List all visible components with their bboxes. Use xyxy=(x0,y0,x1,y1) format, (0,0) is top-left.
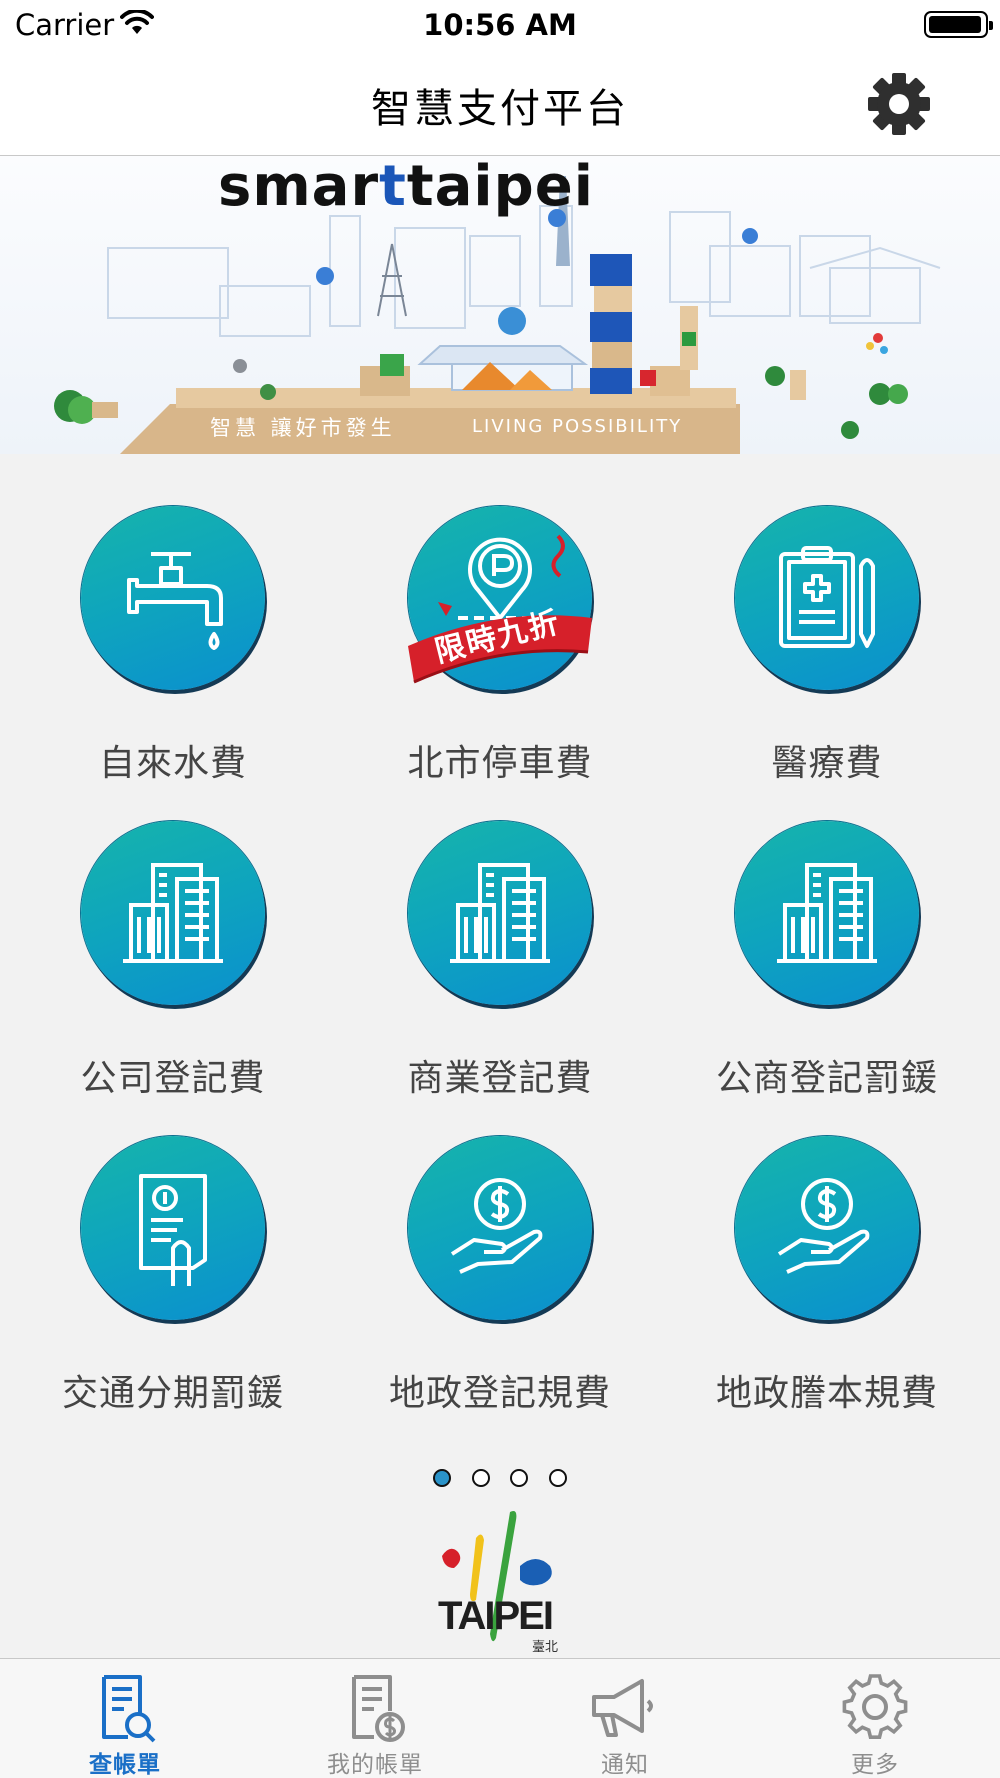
gear-icon xyxy=(868,73,930,135)
parking-location-icon xyxy=(408,506,592,690)
banner-logo: smarttaipei xyxy=(218,156,594,219)
promo-banner[interactable]: smarttaipei 智慧 讓好市發生 LIVING POSSIBILITY xyxy=(0,156,1000,454)
taipei-logo-subtext: 臺北 xyxy=(532,1640,559,1655)
megaphone-icon xyxy=(592,1679,653,1737)
service-land-transcript[interactable]: 地政謄本規費 xyxy=(662,1136,962,1436)
page-dot-1[interactable] xyxy=(433,1469,451,1487)
gear-icon xyxy=(842,1674,908,1740)
tab-label: 通知 xyxy=(601,1752,649,1778)
tab-label: 查帳單 xyxy=(89,1752,161,1778)
tab-label: 我的帳單 xyxy=(327,1752,423,1778)
medical-clipboard-icon xyxy=(735,506,919,690)
taipei-logo-text: TAIPEI xyxy=(438,1594,554,1638)
bill-search-icon xyxy=(102,1675,156,1743)
service-label: 醫療費 xyxy=(771,743,883,784)
office-building-icon xyxy=(408,821,592,1005)
service-label: 公商登記罰鍰 xyxy=(715,1058,938,1099)
tab-bill-search[interactable]: 查帳單 xyxy=(0,1659,250,1778)
office-building-icon xyxy=(735,821,919,1005)
service-label: 地政謄本規費 xyxy=(715,1373,938,1414)
service-label: 商業登記費 xyxy=(407,1058,593,1099)
page-dot-4[interactable] xyxy=(549,1469,567,1487)
battery-icon xyxy=(924,11,993,38)
service-business-registration[interactable]: 商業登記費 xyxy=(335,821,635,1121)
office-building-icon xyxy=(81,821,265,1005)
hand-coin-icon xyxy=(735,1136,919,1320)
tab-notifications[interactable]: 通知 xyxy=(500,1659,750,1778)
settings-button[interactable] xyxy=(866,68,932,140)
tab-bar: 查帳單 我的帳單 通知 更多 xyxy=(0,1658,1000,1778)
service-label: 地政登記規費 xyxy=(388,1373,611,1414)
tab-more[interactable]: 更多 xyxy=(750,1659,1000,1778)
service-company-registration[interactable]: 公司登記費 xyxy=(8,821,308,1121)
water-faucet-icon xyxy=(81,506,265,690)
page-dot-3[interactable] xyxy=(510,1469,528,1487)
navigation-bar: 智慧支付平台 xyxy=(0,52,1000,156)
service-label: 自來水費 xyxy=(98,743,247,784)
page-indicator[interactable] xyxy=(0,1469,1000,1491)
banner-slogan-en: LIVING POSSIBILITY xyxy=(472,416,683,437)
tab-label: 更多 xyxy=(851,1752,899,1778)
service-land-registration[interactable]: 地政登記規費 xyxy=(335,1136,635,1436)
service-parking[interactable]: 限時九折 北市停車費 xyxy=(335,506,635,806)
hand-coin-icon xyxy=(408,1136,592,1320)
clock: 10:56 AM xyxy=(423,8,577,42)
page-dot-2[interactable] xyxy=(472,1469,490,1487)
status-bar: Carrier 10:56 AM xyxy=(0,0,1000,52)
page-title: 智慧支付平台 xyxy=(371,86,629,132)
service-label: 交通分期罰鍰 xyxy=(61,1373,284,1414)
service-traffic-fine[interactable]: 交通分期罰鍰 xyxy=(8,1136,308,1436)
my-bill-icon xyxy=(352,1675,405,1742)
service-water[interactable]: 自來水費 xyxy=(8,506,308,806)
service-medical[interactable]: 醫療費 xyxy=(662,506,962,806)
banner-slogan: 智慧 讓好市發生 xyxy=(210,416,396,440)
bill-receipt-icon xyxy=(81,1136,265,1320)
service-registration-fine[interactable]: 公商登記罰鍰 xyxy=(662,821,962,1121)
tab-my-bills[interactable]: 我的帳單 xyxy=(250,1659,500,1778)
service-label: 北市停車費 xyxy=(407,743,593,784)
service-label: 公司登記費 xyxy=(80,1058,266,1099)
